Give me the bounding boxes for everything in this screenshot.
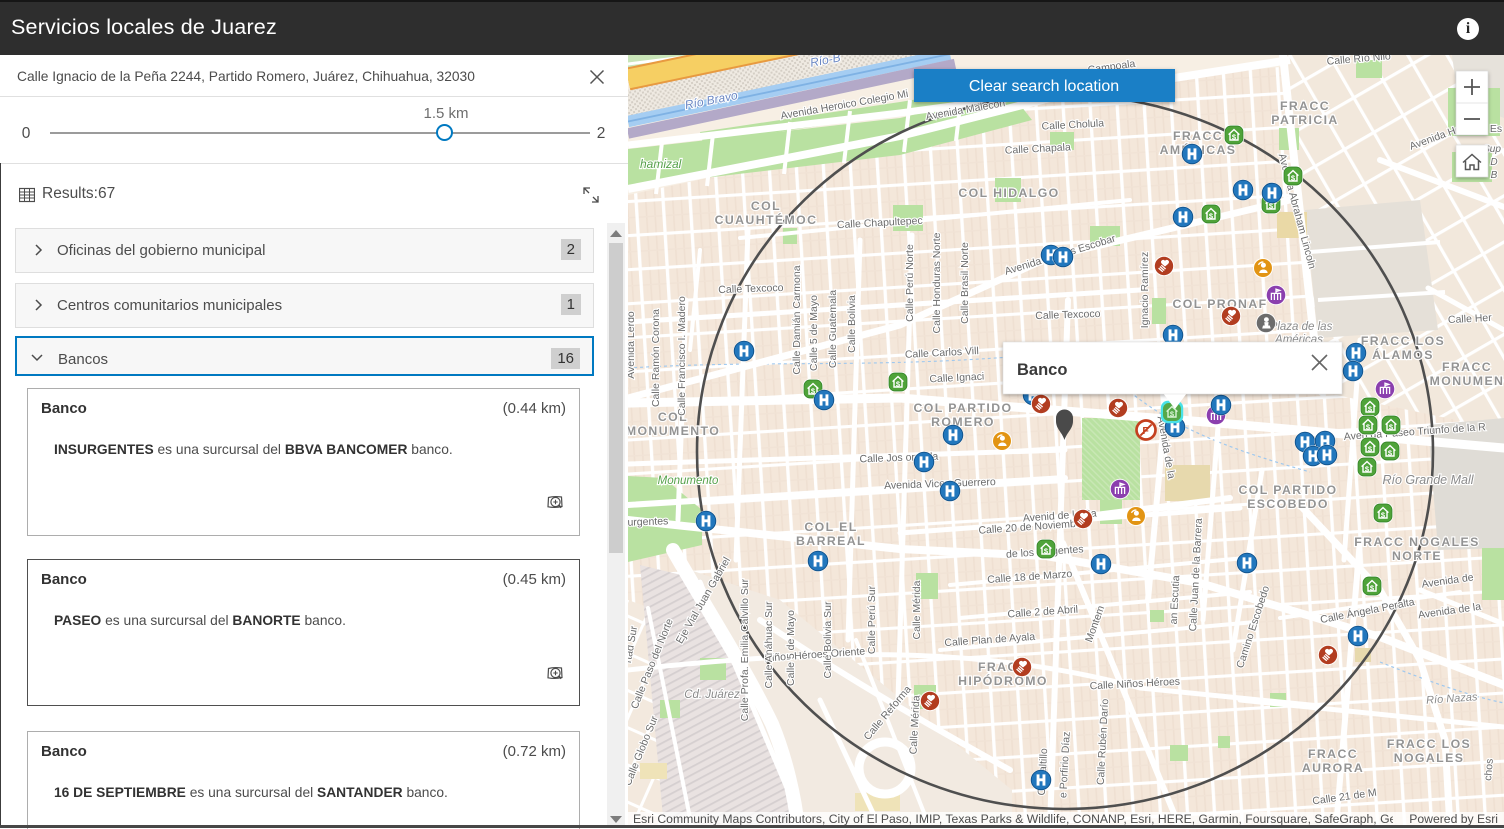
svg-text:FRACC: FRACC	[1280, 99, 1330, 113]
svg-text:Calle Bolivia Sur: Calle Bolivia Sur	[822, 601, 834, 679]
svg-text:AURORA: AURORA	[1302, 761, 1364, 775]
svg-text:ÁLAMOS: ÁLAMOS	[1372, 347, 1434, 362]
svg-text:Calle Texcoco: Calle Texcoco	[718, 282, 784, 296]
svg-text:CUAUHTÉMOC: CUAUHTÉMOC	[715, 212, 818, 227]
svg-text:Cd. Juárez: Cd. Juárez	[684, 689, 740, 701]
svg-text:Calle Guatemala: Calle Guatemala	[827, 290, 839, 368]
svg-text:Calle Ramón Corona: Calle Ramón Corona	[650, 309, 662, 407]
svg-text:urgentes: urgentes	[628, 515, 669, 528]
svg-text:FRACC NOGALES: FRACC NOGALES	[1354, 535, 1479, 549]
svg-text:Calle Francisco I. Madero: Calle Francisco I. Madero	[676, 296, 688, 416]
svg-text:Calle Perú Sur: Calle Perú Sur	[866, 585, 878, 654]
svg-text:Avenida Lerdo: Avenida Lerdo	[628, 311, 637, 379]
svg-text:Clear search location: Clear search location	[969, 78, 1119, 95]
svg-text:ESCOBEDO: ESCOBEDO	[1247, 497, 1329, 511]
svg-text:chos: chos	[1482, 758, 1496, 781]
svg-text:Calle Perú Norte: Calle Perú Norte	[904, 244, 916, 322]
svg-text:MONUMENTO: MONUMENTO	[628, 424, 720, 438]
svg-text:COL: COL	[751, 199, 781, 213]
svg-text:Es: Es	[1490, 123, 1502, 135]
svg-text:Río Grande Mall: Río Grande Mall	[1382, 473, 1474, 487]
svg-text:Plaza de las: Plaza de las	[1270, 321, 1333, 333]
svg-text:HIPÓDROMO: HIPÓDROMO	[958, 673, 1048, 688]
svg-text:COL PARTIDO: COL PARTIDO	[914, 401, 1013, 415]
svg-text:Calle Brasil Norte: Calle Brasil Norte	[959, 242, 971, 324]
svg-text:an Escutia: an Escutia	[1168, 575, 1183, 625]
svg-text:Calle 5 de Mayo: Calle 5 de Mayo	[808, 295, 820, 371]
svg-text:FRACC: FRACC	[1173, 129, 1223, 143]
svg-text:D: D	[1490, 157, 1497, 168]
svg-text:Calle 5 de Mayo: Calle 5 de Mayo	[785, 610, 797, 686]
svg-text:NORTE: NORTE	[1392, 549, 1442, 563]
svg-text:FRACC LOS: FRACC LOS	[1387, 737, 1471, 751]
svg-text:Calle Honduras Norte: Calle Honduras Norte	[931, 232, 943, 333]
svg-text:FRACC: FRACC	[1442, 360, 1492, 374]
svg-text:Monumento: Monumento	[658, 475, 719, 487]
svg-text:Calle Anáhuac Sur: Calle Anáhuac Sur	[763, 601, 775, 688]
svg-text:COL PARTIDO: COL PARTIDO	[1239, 483, 1338, 497]
svg-text:Calle Bolivia: Calle Bolivia	[846, 295, 858, 353]
svg-text:Ignacio Ramírez: Ignacio Ramírez	[1139, 252, 1151, 328]
svg-text:Calle Texcoco: Calle Texcoco	[1035, 308, 1101, 322]
svg-text:Banco: Banco	[1017, 361, 1067, 379]
svg-text:hamizal: hamizal	[640, 157, 682, 171]
svg-text:B: B	[1491, 170, 1498, 181]
svg-text:ROMERO: ROMERO	[931, 415, 995, 429]
svg-text:FRACC: FRACC	[1308, 747, 1358, 761]
svg-text:Calle Damián Carmona: Calle Damián Carmona	[791, 265, 803, 374]
svg-text:COL EL: COL EL	[804, 520, 857, 534]
svg-text:PATRICIA: PATRICIA	[1271, 113, 1338, 127]
svg-text:COL HIDALGO: COL HIDALGO	[958, 186, 1059, 200]
svg-text:MONUMEN: MONUMEN	[1430, 374, 1504, 388]
svg-text:NOGALES: NOGALES	[1394, 751, 1465, 765]
svg-text:Calle Her: Calle Her	[1448, 312, 1493, 326]
svg-text:Calle Mérida: Calle Mérida	[911, 580, 923, 639]
svg-text:COL PRONAF: COL PRONAF	[1172, 297, 1267, 311]
svg-text:BARREAL: BARREAL	[796, 534, 866, 548]
svg-text:Calle Profa. Emilia Calvillo S: Calle Profa. Emilia Calvillo Sur	[739, 578, 751, 721]
svg-text:FRACC LOS: FRACC LOS	[1361, 334, 1445, 348]
